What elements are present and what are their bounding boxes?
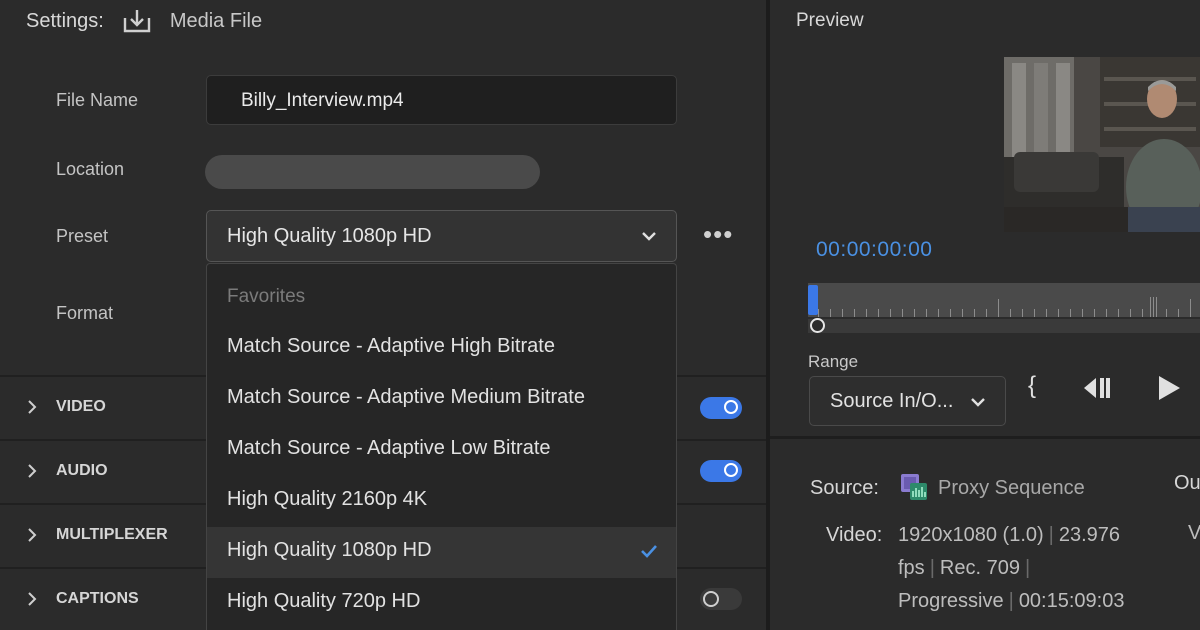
preset-option[interactable]: Match Source - Adaptive Low Bitrate [207, 425, 676, 476]
preview-title: Preview [796, 10, 864, 31]
preview-panel: Preview 00:00:00:00 Range Source In/O...… [770, 0, 1200, 630]
video-label: Video: [826, 524, 883, 546]
video-scan: Progressive [898, 590, 1004, 612]
preset-option[interactable]: Match Source - Adaptive High Bitrate [207, 323, 676, 374]
preset-option-label: High Quality 1080p HD [227, 539, 432, 561]
audio-toggle[interactable] [700, 460, 742, 482]
preset-value: High Quality 1080p HD [227, 225, 432, 247]
location-field[interactable] [205, 155, 540, 189]
range-value: Source In/O... [830, 390, 954, 412]
location-label: Location [56, 159, 125, 179]
download-icon[interactable] [122, 8, 152, 34]
preset-option-selected[interactable]: High Quality 1080p HD [207, 527, 676, 578]
settings-title: Settings: [26, 9, 104, 32]
range-label: Range [808, 352, 859, 371]
preset-option[interactable]: High Quality 720p HD [207, 578, 676, 629]
section-label: MULTIPLEXER [56, 526, 168, 543]
chevron-down-icon [642, 232, 656, 241]
scrub-handle[interactable] [810, 318, 825, 333]
video-fps-unit: fps [898, 557, 925, 579]
video-framerate: 23.976 [1058, 524, 1121, 546]
preset-label: Preset [56, 226, 109, 246]
step-back-icon[interactable] [1082, 376, 1112, 400]
captions-toggle[interactable] [700, 588, 742, 610]
preset-dropdown-menu: Favorites Match Source - Adaptive High B… [206, 263, 677, 630]
timeline-playhead[interactable] [808, 285, 818, 315]
sequence-icon [901, 474, 927, 500]
section-label: CAPTIONS [56, 590, 139, 607]
divider [770, 436, 1200, 439]
video-info-line: Progressive | 00:15:09:03 [898, 590, 1125, 612]
file-name-label: File Name [56, 90, 139, 110]
preview-thumbnail [1004, 57, 1200, 232]
dropdown-group-header: Favorites [227, 286, 306, 307]
chevron-right-icon [28, 528, 37, 542]
video-info-line: 1920x1080 (1.0) | 23.976 [898, 524, 1121, 546]
chevron-right-icon [28, 464, 37, 478]
video-duration: 00:15:09:03 [1018, 590, 1125, 612]
output-label: Ou [1174, 472, 1200, 494]
video-toggle[interactable] [700, 397, 742, 419]
chevron-right-icon [28, 592, 37, 606]
settings-panel: Settings: Media File File Name Billy_Int… [0, 0, 768, 630]
video-resolution: 1920x1080 (1.0) [898, 524, 1044, 546]
format-label: Format [56, 303, 114, 323]
check-icon [641, 545, 657, 558]
timecode-display[interactable]: 00:00:00:00 [816, 238, 932, 262]
source-label: Source: [810, 477, 879, 499]
file-name-input[interactable]: Billy_Interview.mp4 [206, 75, 677, 125]
scrub-bar[interactable] [808, 319, 1200, 333]
video-colorspace: Rec. 709 [939, 557, 1020, 579]
more-icon[interactable]: ••• [703, 221, 733, 247]
media-file-tab[interactable]: Media File [170, 10, 262, 33]
video-info-line: fps | Rec. 709 | [898, 557, 1031, 579]
timeline-ruler[interactable] [808, 283, 1200, 317]
preset-option[interactable]: Match Source - Adaptive Medium Bitrate [207, 374, 676, 425]
section-label: AUDIO [56, 462, 108, 479]
source-sequence-name: Proxy Sequence [938, 477, 1085, 499]
preset-option[interactable]: High Quality 2160p 4K [207, 476, 676, 527]
play-icon[interactable] [1156, 374, 1182, 402]
set-in-point-icon[interactable]: { [1028, 372, 1036, 400]
preset-select[interactable]: High Quality 1080p HD [206, 210, 677, 262]
chevron-down-icon [971, 398, 985, 407]
section-label: VIDEO [56, 398, 106, 415]
range-select[interactable]: Source In/O... [809, 376, 1006, 426]
settings-header: Settings: Media File [26, 8, 262, 34]
chevron-right-icon [28, 400, 37, 414]
